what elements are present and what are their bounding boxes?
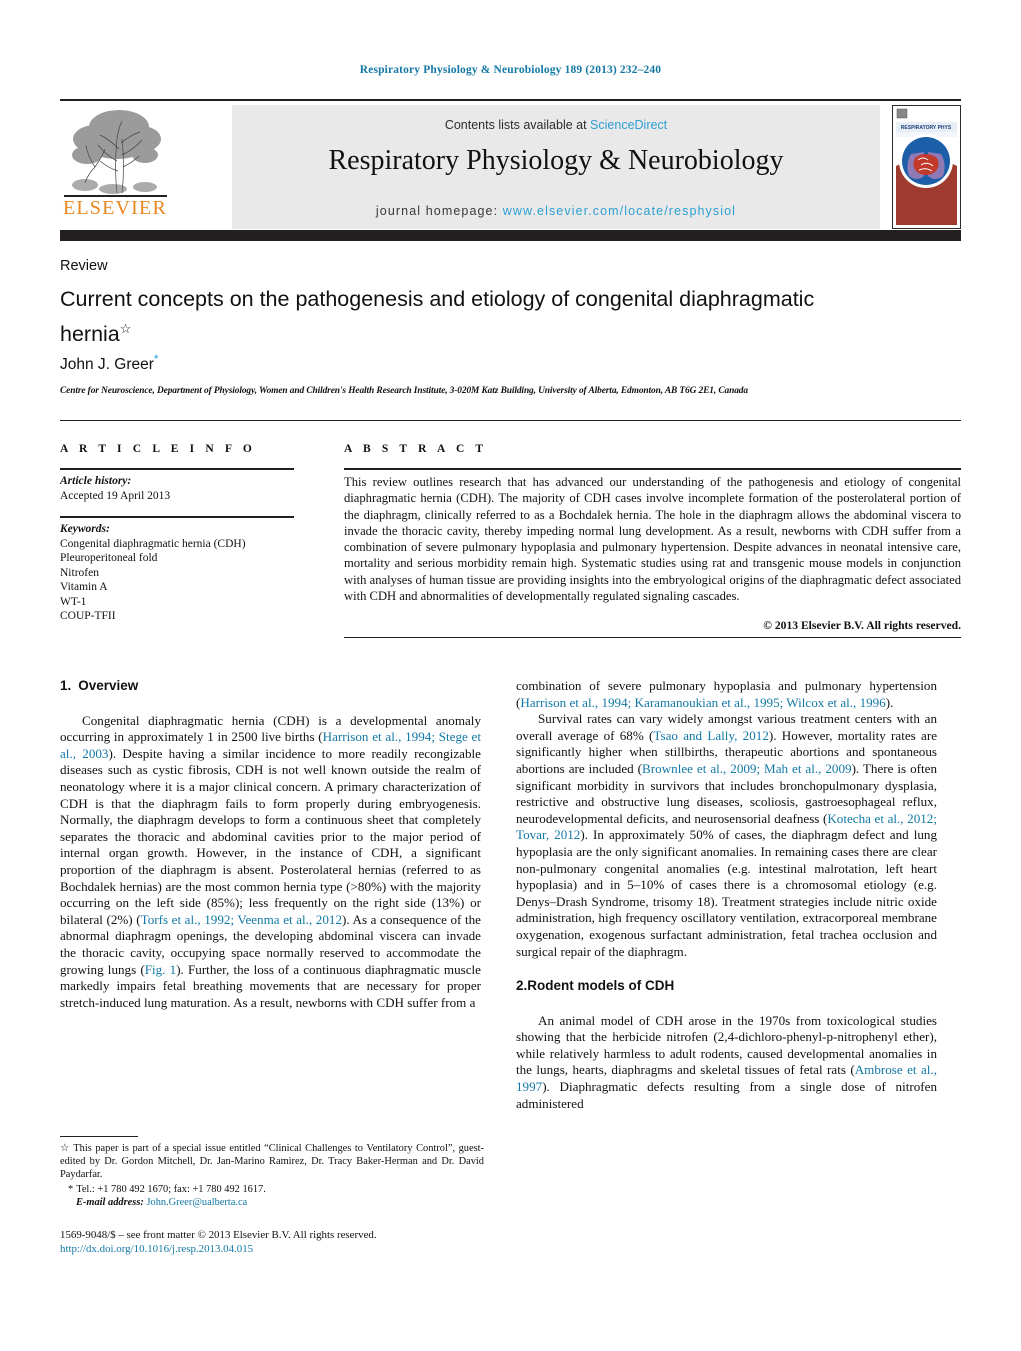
footnote-tel-text: Tel.: +1 780 492 1670; fax: +1 780 492 1…: [76, 1183, 266, 1195]
keyword-item: COUP-TFII: [60, 610, 116, 622]
contents-prefix: Contents lists available at: [444, 118, 591, 132]
title-block-rule: [60, 420, 961, 421]
sciencedirect-link[interactable]: ScienceDirect: [590, 118, 667, 132]
elsevier-logo: ELSEVIER: [60, 105, 170, 229]
running-head: Respiratory Physiology & Neurobiology 18…: [359, 64, 662, 76]
elsevier-wordmark: ELSEVIER: [62, 197, 168, 219]
citation-link[interactable]: Brownlee et al., 2009; Mah et al., 2009: [642, 761, 852, 776]
journal-homepage-line: journal homepage: www.elsevier.com/locat…: [232, 204, 880, 218]
doi-link[interactable]: http://dx.doi.org/10.1016/j.resp.2013.04…: [60, 1242, 510, 1256]
svg-text:RESPIRATORY PHYS: RESPIRATORY PHYS: [901, 125, 952, 131]
footnote-text: This paper is part of a special issue en…: [60, 1143, 484, 1181]
author-affiliation: Centre for Neuroscience, Department of P…: [60, 386, 748, 396]
footnote-asterisk-marker: *: [68, 1183, 74, 1195]
paragraph-rodent-1: An animal model of CDH arose in the 1970…: [516, 1013, 937, 1113]
section-title: Rodent models of CDH: [527, 978, 675, 994]
section-number: 1.: [60, 678, 72, 693]
email-label: E-mail address:: [76, 1196, 144, 1208]
section-heading-overview: 1. Overview: [60, 678, 481, 695]
abstract-rule-bottom: [344, 637, 961, 638]
article-history-label: Article history:: [60, 475, 132, 487]
abstract-heading: A B S T R A C T: [344, 443, 488, 455]
journal-cover-thumbnail: RESPIRATORY PHYS: [892, 105, 961, 229]
journal-title: Respiratory Physiology & Neurobiology: [328, 145, 784, 176]
section-number: 2.: [516, 978, 528, 994]
page-title: Current concepts on the pathogenesis and…: [60, 285, 880, 349]
footnote-block: ☆ This paper is part of a special issue e…: [60, 1142, 484, 1209]
corresponding-author-marker: *: [153, 352, 159, 366]
keyword-item: Pleuroperitoneal fold: [60, 552, 158, 564]
masthead-bottom-band: [60, 230, 961, 241]
article-info-heading: A R T I C L E I N F O: [60, 443, 256, 455]
paragraph-overview-1: Congenital diaphragmatic hernia (CDH) is…: [60, 713, 481, 1012]
keyword-item: Congenital diaphragmatic hernia (CDH): [60, 537, 246, 550]
article-page: Respiratory Physiology & Neurobiology 18…: [0, 0, 1021, 1351]
body-column-left: 1. Overview Congenital diaphragmatic hern…: [60, 678, 481, 1011]
keyword-item: WT-1: [60, 595, 87, 608]
footnote-telephone: * Tel.: +1 780 492 1670; fax: +1 780 492 …: [60, 1183, 484, 1196]
article-info-rule-2: [60, 516, 294, 518]
footnote-special-issue: ☆ This paper is part of a special issue e…: [60, 1142, 484, 1182]
keyword-item: Vitamin A: [60, 581, 108, 593]
footnote-separator: [60, 1136, 138, 1138]
author-name: John J. Greer: [60, 356, 154, 374]
keywords-label: Keywords:: [60, 523, 110, 535]
keyword-item: Nitrofen: [60, 566, 99, 579]
title-text: Current concepts on the pathogenesis and…: [60, 287, 815, 347]
abstract-text: This review outlines research that has a…: [344, 475, 961, 604]
article-info-rule-1: [60, 468, 294, 470]
section-heading-rodent-models: 2.Rodent models of CDH: [516, 978, 937, 995]
text-run: ). In approximately 50% of cases, the di…: [516, 827, 937, 959]
footnote-email: E-mail address: John.Greer@ualberta.ca: [60, 1196, 484, 1209]
body-column-right: combination of severe pulmonary hypoplas…: [516, 678, 937, 1112]
section-title: Overview: [78, 678, 139, 693]
homepage-label: journal homepage:: [375, 204, 503, 218]
title-footnote-marker: ☆: [119, 321, 132, 336]
masthead-top-rule: [60, 99, 961, 101]
journal-cover-artwork: RESPIRATORY PHYS: [893, 106, 960, 228]
issn-copyright-line: 1569-9048/$ – see front matter © 2013 El…: [60, 1229, 377, 1241]
author-list: John J. Greer*: [60, 352, 159, 374]
journal-homepage-url[interactable]: www.elsevier.com/locate/resphysiol: [503, 204, 736, 218]
citation-link[interactable]: Torfs et al., 1992; Veenma et al., 2012: [141, 912, 342, 927]
journal-masthead: ELSEVIER Contents lists available at Sci…: [60, 99, 961, 241]
keyword-list: Keywords: Congenital diaphragmatic herni…: [60, 522, 310, 624]
contents-box: Contents lists available at ScienceDirec…: [232, 105, 880, 229]
paragraph-overview-2: Survival rates can vary widely amongst v…: [516, 711, 937, 960]
text-run: ). Diaphragmatic defects resulting from …: [516, 1079, 937, 1111]
footnote-star-marker: ☆: [60, 1143, 71, 1154]
front-matter-block: 1569-9048/$ – see front matter © 2013 El…: [60, 1228, 510, 1256]
email-link[interactable]: John.Greer@ualberta.ca: [146, 1197, 247, 1208]
citation-link[interactable]: Tsao and Lally, 2012: [653, 728, 768, 743]
figure-link[interactable]: Fig. 1: [145, 962, 176, 977]
elsevier-tree-icon: [72, 110, 161, 194]
paragraph-overview-1-continued: combination of severe pulmonary hypoplas…: [516, 678, 937, 711]
article-history-value: Accepted 19 April 2013: [60, 489, 171, 502]
article-type-label: Review: [60, 258, 108, 274]
contents-available-line: Contents lists available at ScienceDirec…: [232, 118, 880, 132]
text-run: ). Despite having a similar incidence to…: [60, 745, 481, 927]
article-history: Article history: Accepted 19 April 2013: [60, 474, 300, 503]
text-run: ).: [885, 694, 894, 710]
copyright-line: © 2013 Elsevier B.V. All rights reserved…: [763, 619, 961, 632]
abstract-rule-top: [344, 468, 961, 470]
citation-link[interactable]: Harrison et al., 1994; Karamanoukian et …: [520, 695, 885, 710]
